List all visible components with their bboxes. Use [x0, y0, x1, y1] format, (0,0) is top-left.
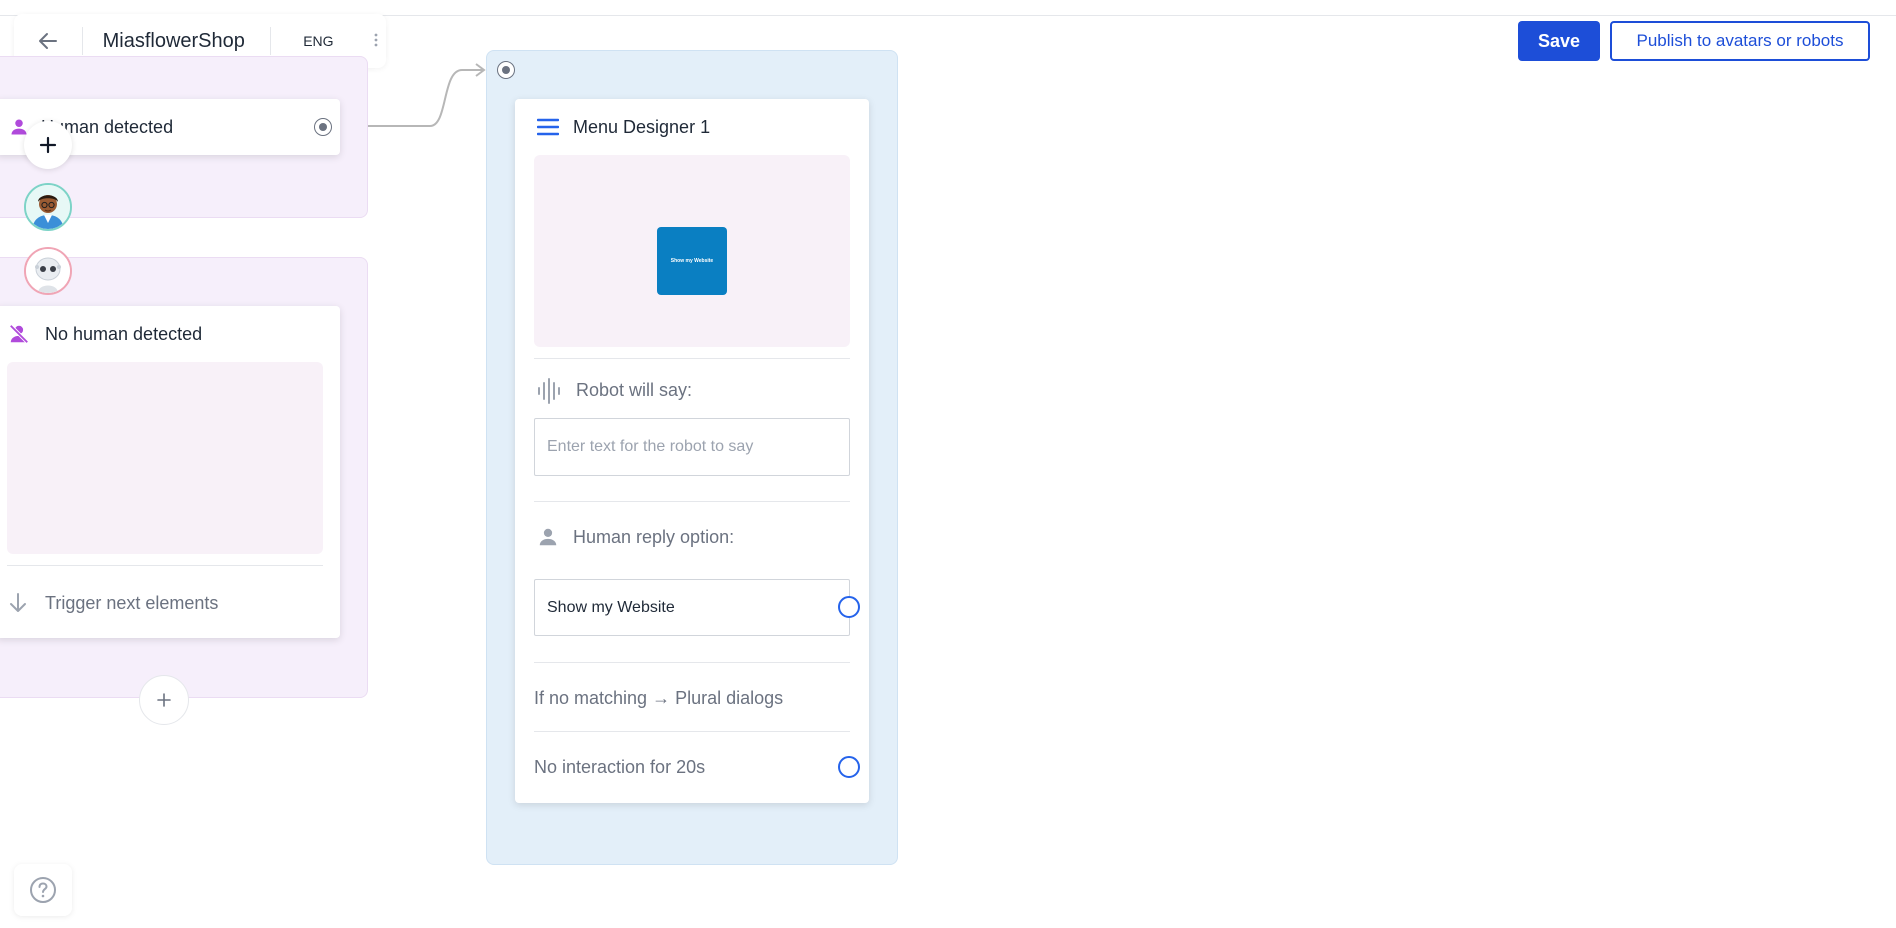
avatar-robot[interactable] [24, 247, 72, 295]
no-human-detected-title: No human detected [45, 324, 203, 344]
language-selector[interactable]: ENG [271, 33, 366, 49]
robot-icon [26, 249, 70, 293]
menu-tile-show-website[interactable]: Show my Website [657, 227, 727, 295]
add-element-button[interactable] [139, 675, 189, 725]
human-reply-option[interactable]: Show my Website [534, 579, 850, 636]
help-button[interactable] [14, 864, 72, 916]
content-preview [7, 362, 323, 554]
plus-icon [157, 693, 171, 707]
divider [7, 565, 323, 566]
sound-wave-icon [537, 378, 561, 409]
divider [534, 662, 850, 663]
help-icon [30, 877, 56, 903]
output-port[interactable] [314, 118, 332, 136]
menu-icon [536, 118, 560, 141]
no-interaction-output-port[interactable] [838, 756, 860, 778]
avatar-human[interactable] [24, 183, 72, 231]
plus-icon [39, 136, 57, 154]
arrow-down-icon [8, 592, 28, 619]
person-off-icon [8, 323, 30, 345]
vertical-dots-icon[interactable] [366, 33, 386, 50]
person-icon [537, 526, 559, 553]
divider [534, 358, 850, 359]
save-button[interactable]: Save [1518, 21, 1600, 61]
add-trigger-button[interactable] [24, 121, 72, 169]
robot-say-label: Robot will say: [576, 380, 693, 400]
no-interaction-label: No interaction for 20s [534, 757, 706, 777]
app-title: MiasflowerShop [102, 29, 245, 52]
arrow-left-icon [38, 33, 57, 49]
menu-designer-title: Menu Designer 1 [573, 117, 711, 137]
publish-button[interactable]: Publish to avatars or robots [1610, 21, 1870, 61]
divider [534, 501, 850, 502]
avatar-man-icon [26, 185, 70, 229]
input-port[interactable] [497, 61, 515, 79]
divider [534, 731, 850, 732]
reply-output-port[interactable] [838, 596, 860, 618]
no-human-detected-node[interactable]: No human detected Trigger next elements [0, 306, 340, 638]
no-match-label: If no matching → Plural dialogs [534, 688, 784, 708]
human-reply-label: Human reply option: [573, 527, 735, 547]
robot-say-input[interactable] [534, 418, 850, 476]
trigger-next-label[interactable]: Trigger next elements [45, 593, 218, 614]
